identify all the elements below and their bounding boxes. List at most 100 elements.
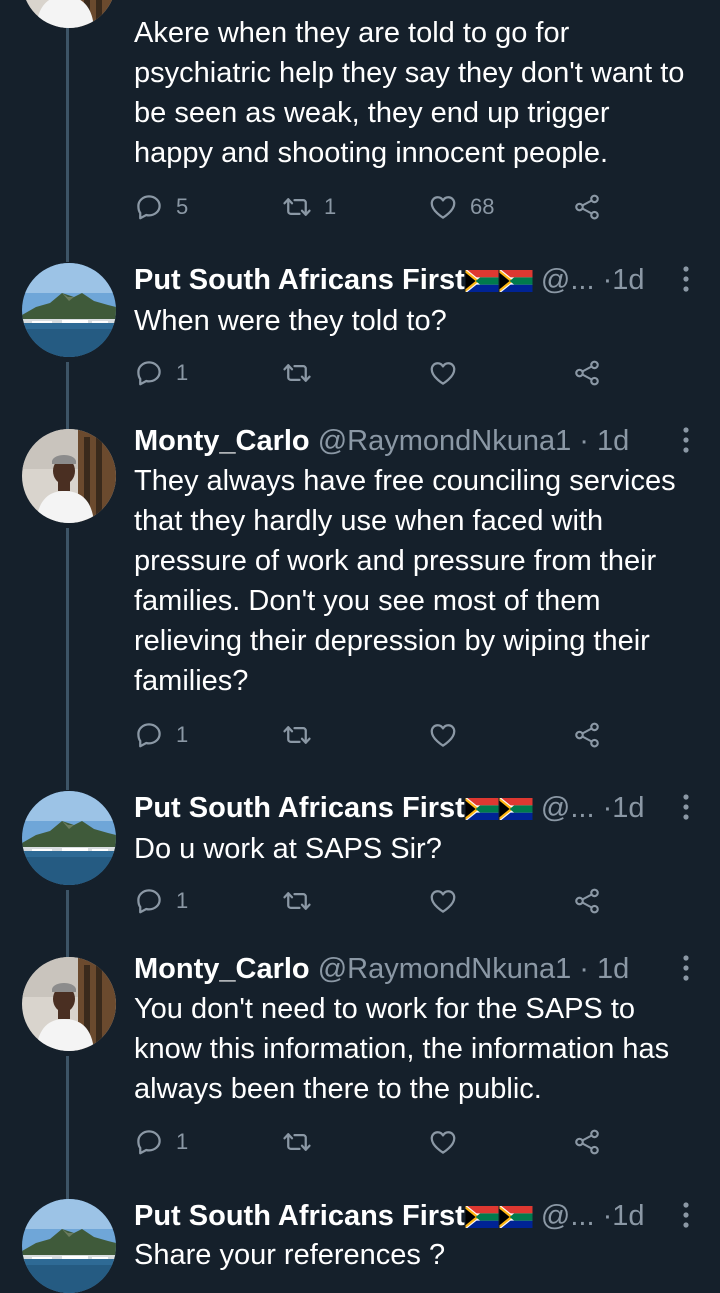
timestamp[interactable]: 1d	[597, 425, 629, 457]
timestamp[interactable]: 1d	[612, 264, 644, 296]
retweet-icon	[282, 358, 312, 388]
like-button[interactable]	[428, 717, 458, 753]
reply-icon	[134, 192, 164, 222]
flag-icons	[465, 1201, 533, 1237]
tweet-text: When were they told to?	[134, 305, 447, 337]
share-icon	[572, 358, 602, 388]
display-name[interactable]: Put South Africans First	[134, 792, 465, 824]
tweet-text: Share your references ?	[134, 1239, 446, 1271]
share-icon	[572, 1127, 602, 1157]
handle[interactable]: @RaymondNkuna1	[318, 953, 572, 985]
reply-icon	[134, 886, 164, 916]
avatar[interactable]	[22, 429, 116, 523]
share-button[interactable]	[572, 717, 602, 753]
reply-count: 1	[176, 888, 189, 913]
display-name[interactable]: Monty_Carlo	[134, 953, 310, 985]
separator: ·	[579, 425, 589, 457]
reply-button[interactable]: 5	[134, 189, 188, 225]
tweet-text: They always have free counciling service…	[134, 465, 676, 697]
share-icon	[572, 886, 602, 916]
retweet-icon	[282, 720, 312, 750]
retweet-count: 1	[324, 194, 337, 219]
reply-button[interactable]: 1	[134, 883, 188, 919]
reply-count: 5	[176, 194, 189, 219]
like-count: 68	[470, 194, 495, 219]
more-vertical-icon[interactable]	[680, 264, 692, 294]
heart-icon	[428, 358, 458, 388]
separator: ·	[602, 264, 613, 296]
tweet-header: Put South Africans First @... ·1d	[134, 790, 672, 829]
tweet-actions: 1	[134, 717, 614, 753]
display-name[interactable]: Put South Africans First	[134, 264, 465, 296]
reply-button[interactable]: 1	[134, 717, 188, 753]
share-button[interactable]	[572, 1124, 602, 1160]
share-icon	[572, 192, 602, 222]
separator: ·	[602, 792, 613, 824]
tweet-header: Put South Africans First @... ·1d	[134, 262, 672, 301]
tweet-header: Put South Africans First @... ·1d	[134, 1198, 672, 1237]
south-africa-flag-icon	[499, 798, 533, 820]
reply-count: 1	[176, 722, 189, 747]
retweet-button[interactable]	[282, 717, 312, 753]
share-button[interactable]	[572, 883, 602, 919]
separator: ·	[602, 1200, 613, 1232]
thread-line	[66, 528, 69, 790]
more-vertical-icon[interactable]	[680, 1200, 692, 1230]
flag-icons	[465, 265, 533, 301]
avatar[interactable]	[22, 957, 116, 1051]
display-name[interactable]: Monty_Carlo	[134, 425, 310, 457]
share-icon	[572, 720, 602, 750]
avatar[interactable]	[22, 1199, 116, 1293]
timestamp[interactable]: 1d	[612, 792, 644, 824]
like-button[interactable]	[428, 1124, 458, 1160]
tweet-actions: 1	[134, 883, 614, 919]
timestamp[interactable]: 1d	[597, 953, 629, 985]
retweet-icon	[282, 192, 312, 222]
avatar[interactable]	[22, 791, 116, 885]
flag-icons	[465, 793, 533, 829]
retweet-button[interactable]	[282, 883, 312, 919]
handle[interactable]: @...	[541, 792, 595, 824]
reply-icon	[134, 1127, 164, 1157]
reply-count: 1	[176, 1129, 189, 1154]
retweet-button[interactable]	[282, 1124, 312, 1160]
like-button[interactable]	[428, 355, 458, 391]
more-vertical-icon[interactable]	[680, 792, 692, 822]
timestamp[interactable]: 1d	[612, 1200, 644, 1232]
tweet-actions: 5 1 68	[134, 189, 614, 225]
south-africa-flag-icon	[465, 270, 499, 292]
retweet-icon	[282, 1127, 312, 1157]
heart-icon	[428, 886, 458, 916]
like-button[interactable]: 68	[428, 189, 494, 225]
handle[interactable]: @RaymondNkuna1	[318, 425, 572, 457]
thread-line	[66, 1056, 69, 1200]
tweet-actions: 1	[134, 355, 614, 391]
south-africa-flag-icon	[465, 1206, 499, 1228]
tweet-text: You don't need to work for the SAPS to k…	[134, 993, 670, 1105]
retweet-button[interactable]	[282, 355, 312, 391]
thread-line	[66, 362, 69, 430]
heart-icon	[428, 192, 458, 222]
tweet-text: Akere when they are told to go for psych…	[134, 17, 685, 169]
display-name[interactable]: Put South Africans First	[134, 1200, 465, 1232]
avatar[interactable]	[22, 263, 116, 357]
south-africa-flag-icon	[499, 1206, 533, 1228]
handle[interactable]: @...	[541, 264, 595, 296]
south-africa-flag-icon	[499, 270, 533, 292]
retweet-icon	[282, 886, 312, 916]
like-button[interactable]	[428, 883, 458, 919]
more-vertical-icon[interactable]	[680, 953, 692, 983]
reply-icon	[134, 358, 164, 388]
reply-button[interactable]: 1	[134, 355, 188, 391]
share-button[interactable]	[572, 189, 602, 225]
handle[interactable]: @...	[541, 1200, 595, 1232]
reply-icon	[134, 720, 164, 750]
retweet-button[interactable]: 1	[282, 189, 336, 225]
more-vertical-icon[interactable]	[680, 425, 692, 455]
reply-button[interactable]: 1	[134, 1124, 188, 1160]
tweet-actions: 1	[134, 1124, 614, 1160]
avatar[interactable]	[22, 0, 116, 28]
heart-icon	[428, 720, 458, 750]
share-button[interactable]	[572, 355, 602, 391]
thread-line	[66, 890, 69, 958]
